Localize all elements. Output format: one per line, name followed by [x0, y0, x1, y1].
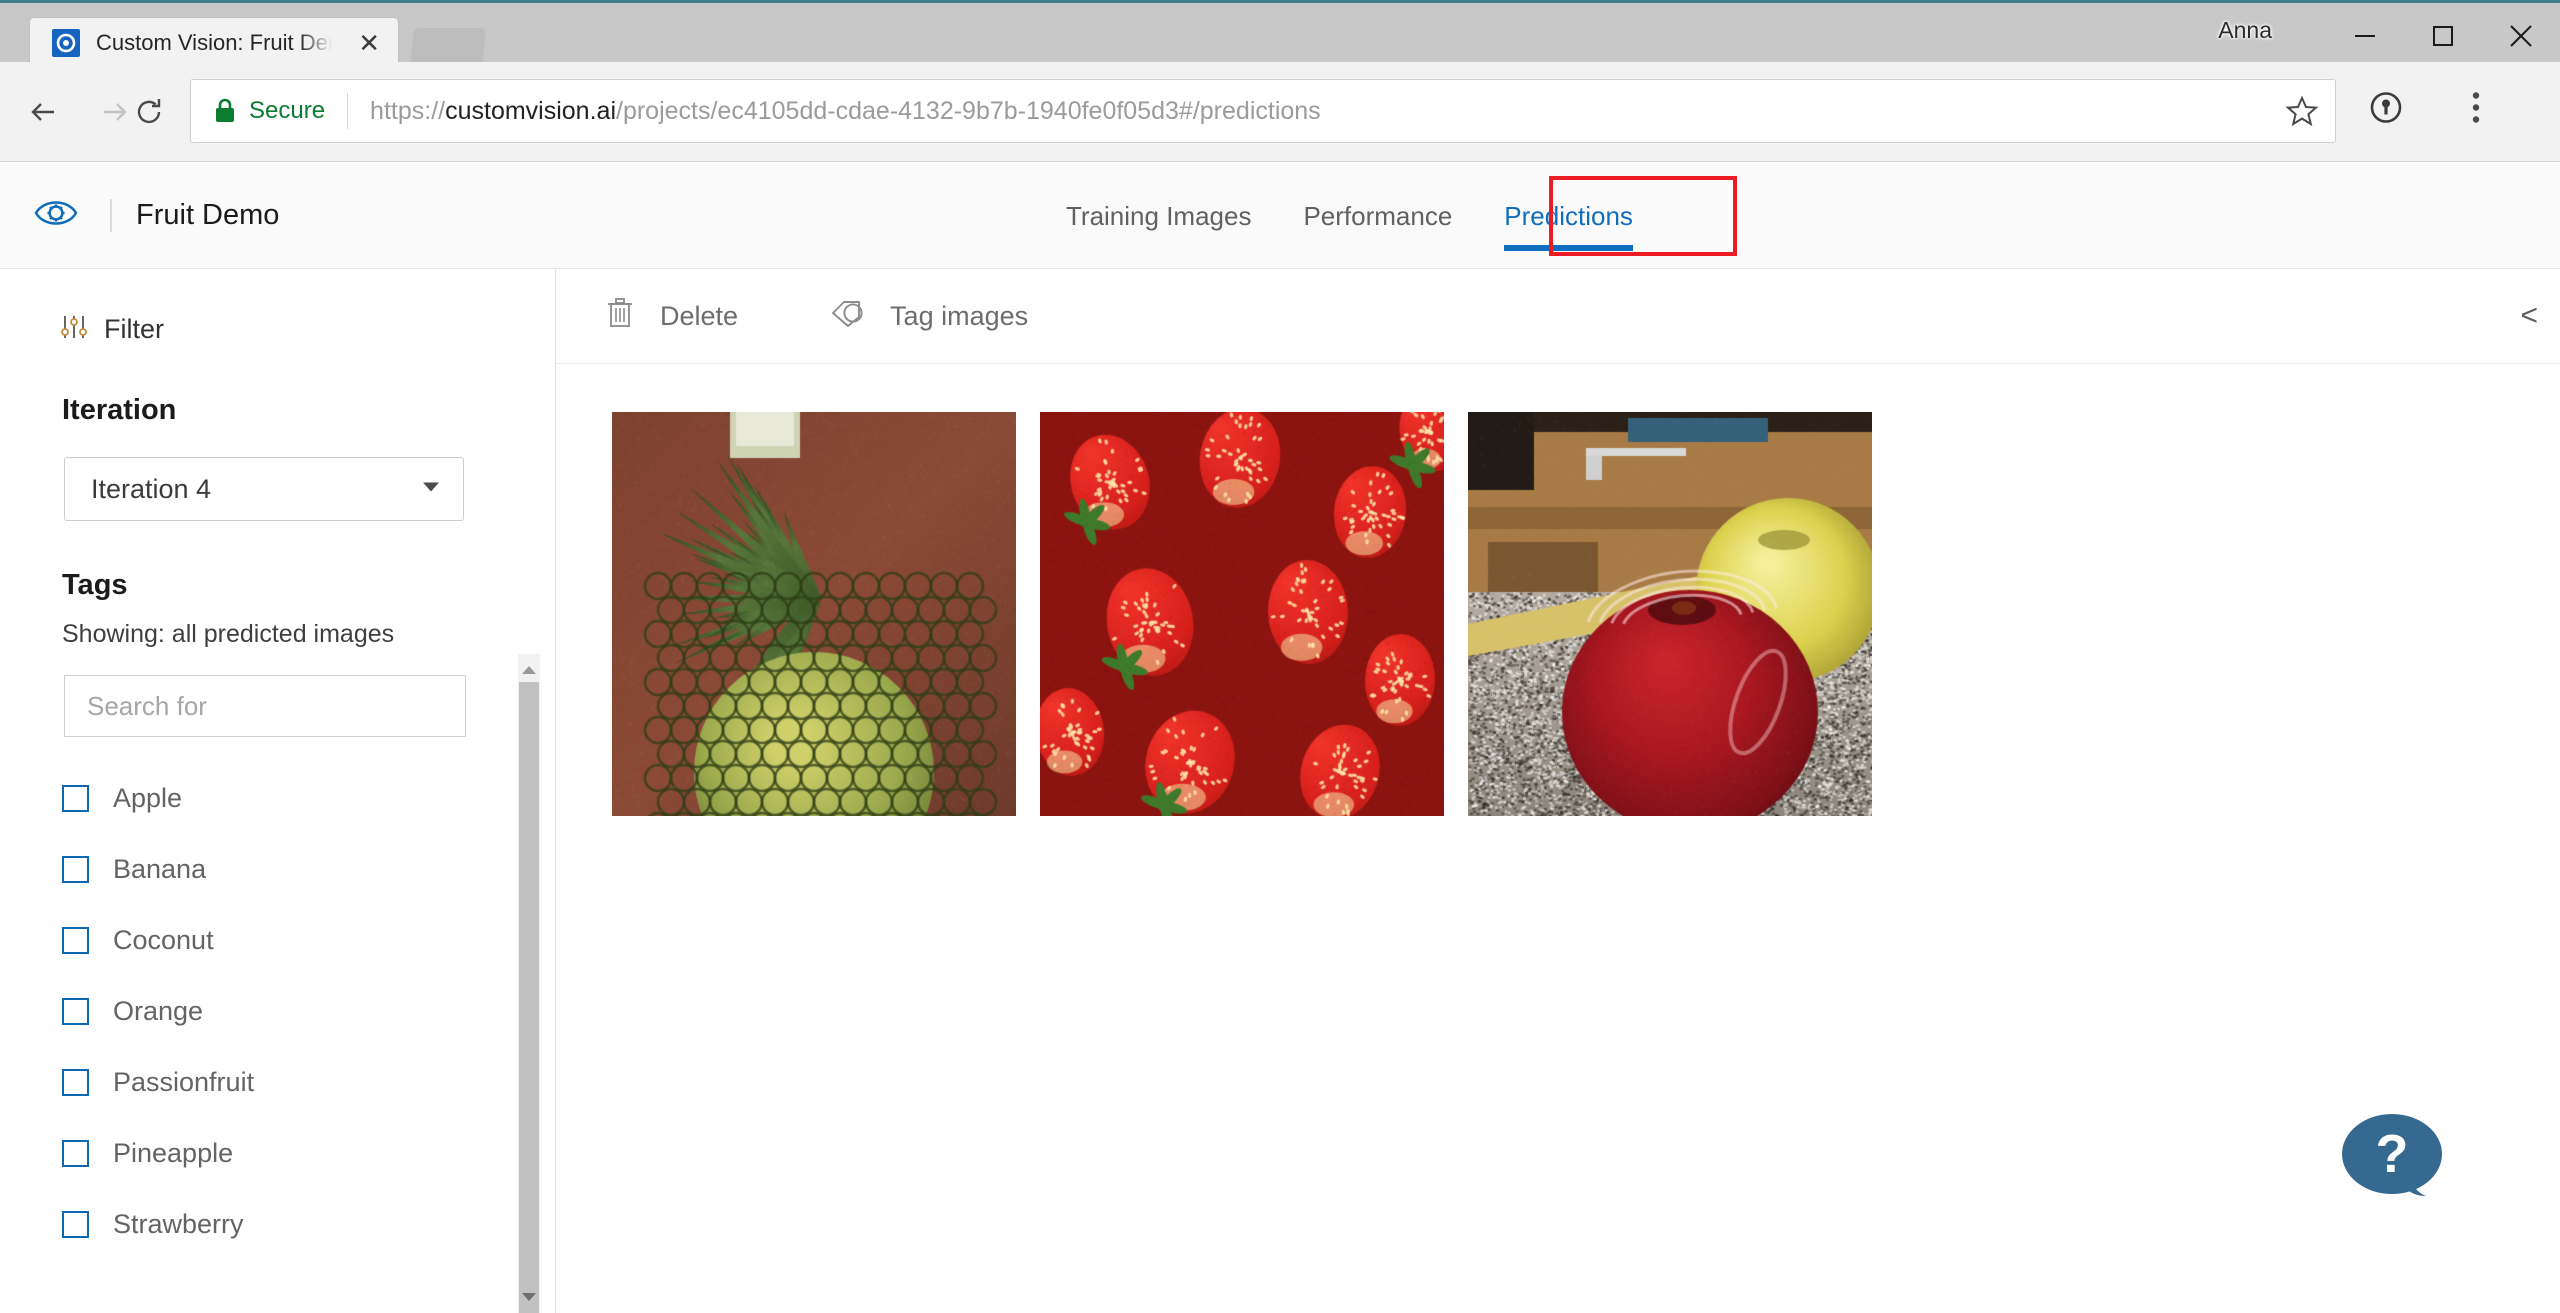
- tag-label: Orange: [113, 996, 204, 1026]
- apple-prediction-thumbnail[interactable]: [1468, 412, 1872, 816]
- address-bar[interactable]: Secure https://customvision.ai/projects/…: [190, 79, 2336, 143]
- list-item[interactable]: Orange: [0, 976, 555, 1047]
- tags-heading: Tags: [62, 569, 128, 601]
- sliders-icon: [60, 313, 88, 346]
- main-content: Delete Tag images <: [556, 269, 2560, 1313]
- tag-checkbox[interactable]: [62, 1211, 89, 1238]
- tags-showing-text: Showing: all predicted images: [62, 620, 395, 648]
- tag-label: Banana: [113, 854, 207, 884]
- list-item[interactable]: Apple: [0, 763, 555, 834]
- browser-tabstrip: Custom Vision: Fruit Dem ✕: [0, 6, 2560, 68]
- lock-icon: [213, 97, 237, 125]
- tag-images-button-label: Tag images: [890, 300, 1029, 331]
- list-item[interactable]: Strawberry: [0, 1189, 555, 1260]
- filter-sidebar: Filter Iteration Iteration 4 Tags Showin…: [0, 269, 556, 1313]
- key-circle-icon[interactable]: [2368, 90, 2404, 131]
- tab-close-icon[interactable]: ✕: [358, 30, 380, 56]
- help-speech-bubble-button[interactable]: ?: [2340, 1112, 2448, 1204]
- window-controls: [2326, 6, 2560, 65]
- app-brand: Fruit Demo: [34, 193, 279, 238]
- three-dots-menu-icon[interactable]: [2470, 90, 2482, 131]
- window-titlebar: Custom Vision: Fruit Dem ✕ Anna: [0, 0, 2560, 68]
- tag-label: Apple: [113, 783, 183, 813]
- tag-checkbox[interactable]: [62, 856, 89, 883]
- tag-checkbox[interactable]: [62, 998, 89, 1025]
- list-item[interactable]: [1468, 412, 1872, 816]
- tag-label: Pineapple: [113, 1138, 234, 1168]
- secure-label: Secure: [249, 97, 326, 124]
- search-input[interactable]: [64, 675, 466, 737]
- filter-label: Filter: [104, 314, 164, 344]
- scrollbar-thumb[interactable]: [519, 682, 539, 1313]
- list-item[interactable]: Banana: [0, 834, 555, 905]
- browser-window: Custom Vision: Fruit Dem ✕ Anna Secure h…: [0, 0, 2560, 1313]
- close-icon[interactable]: [2482, 6, 2560, 65]
- delete-button[interactable]: Delete: [606, 297, 738, 336]
- address-bar-url: https://customvision.ai/projects/ec4105d…: [370, 96, 1321, 125]
- back-arrow-icon[interactable]: [14, 83, 72, 141]
- svg-text:?: ?: [2376, 1124, 2409, 1184]
- images-toolbar: Delete Tag images <: [556, 269, 2560, 364]
- tab-predictions[interactable]: Predictions: [1478, 163, 1659, 269]
- browser-toolbar: Secure https://customvision.ai/projects/…: [0, 62, 2560, 162]
- tag-checkbox[interactable]: [62, 1069, 89, 1096]
- page-title: Fruit Demo: [110, 199, 279, 232]
- iteration-heading: Iteration: [62, 394, 177, 426]
- filter-toggle[interactable]: Filter: [60, 313, 555, 346]
- list-item[interactable]: Coconut: [0, 905, 555, 976]
- predictions-gallery: [556, 364, 2560, 816]
- scroll-down-arrow[interactable]: [518, 1281, 540, 1313]
- pineapple-prediction-thumbnail[interactable]: [612, 412, 1016, 816]
- tag-label: Passionfruit: [113, 1067, 255, 1097]
- custom-vision-favicon: [52, 29, 80, 57]
- tab-performance[interactable]: Performance: [1277, 163, 1478, 269]
- app-nav-tabs: Training Images Performance Predictions: [1040, 163, 1659, 269]
- custom-vision-eye-logo: [34, 193, 78, 238]
- reload-icon[interactable]: [120, 83, 178, 141]
- tag-label: Coconut: [113, 925, 214, 955]
- minimize-icon[interactable]: [2326, 6, 2404, 65]
- chevron-left-icon[interactable]: <: [2520, 299, 2538, 333]
- star-icon[interactable]: [2285, 94, 2319, 128]
- chevron-down-icon: [421, 480, 441, 499]
- list-item[interactable]: [1040, 412, 1444, 816]
- app-header: Fruit Demo Training Images Performance P…: [0, 163, 2560, 412]
- omnibox-divider: [347, 93, 349, 129]
- iteration-select[interactable]: Iteration 4: [64, 457, 464, 521]
- browser-tab-active[interactable]: Custom Vision: Fruit Dem ✕: [30, 18, 398, 68]
- list-item[interactable]: [612, 412, 1016, 816]
- list-item[interactable]: Pineapple: [0, 1118, 555, 1189]
- tag-checkbox[interactable]: [62, 785, 89, 812]
- tag-checkbox[interactable]: [62, 927, 89, 954]
- tag-images-button[interactable]: Tag images: [830, 298, 1028, 335]
- strawberries-prediction-thumbnail[interactable]: [1040, 412, 1444, 816]
- trash-icon: [606, 297, 634, 336]
- window-user-label: Anna: [2218, 17, 2272, 43]
- tag-label: Strawberry: [113, 1209, 244, 1239]
- tag-checkbox[interactable]: [62, 1140, 89, 1167]
- delete-button-label: Delete: [660, 300, 739, 331]
- maximize-icon[interactable]: [2404, 6, 2482, 65]
- list-item[interactable]: Passionfruit: [0, 1047, 555, 1118]
- tag-filter-list: Apple Banana Coconut Orange Passionfruit…: [0, 763, 555, 1260]
- tag-icon: [830, 298, 864, 335]
- tab-training-images[interactable]: Training Images: [1040, 163, 1277, 269]
- browser-tab-title: Custom Vision: Fruit Dem: [96, 30, 332, 55]
- iteration-selected-value: Iteration 4: [91, 473, 212, 504]
- sidebar-scrollbar[interactable]: [518, 654, 540, 1313]
